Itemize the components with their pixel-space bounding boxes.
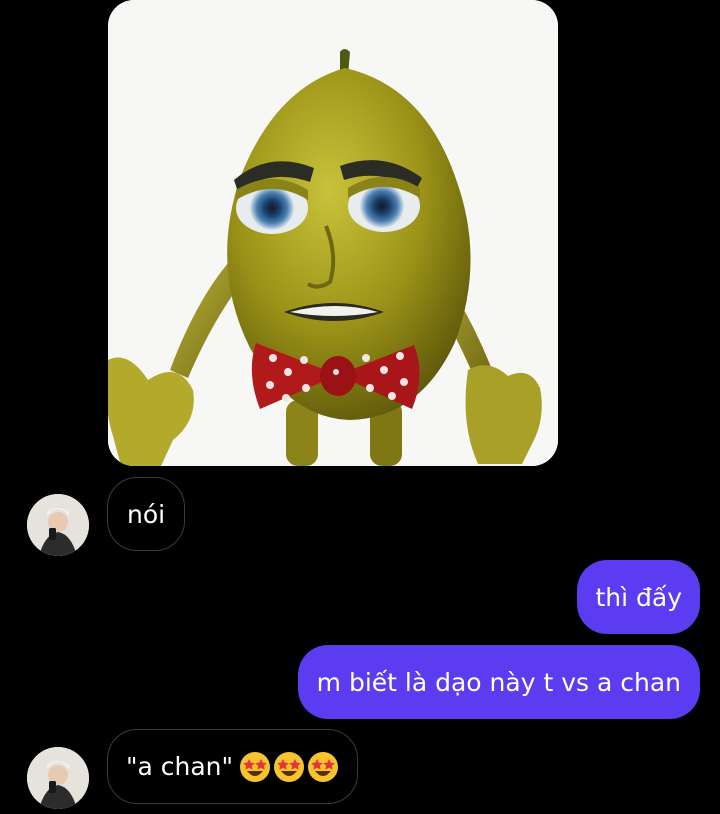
star-struck-emoji-icon <box>273 751 305 783</box>
incoming-message-bubble[interactable]: nói <box>107 477 186 551</box>
avatar-photo <box>27 747 89 809</box>
outgoing-message-bubble[interactable]: thì đấy <box>577 560 700 634</box>
message-text: thì đấy <box>595 582 682 612</box>
message-text: nói <box>127 499 166 529</box>
star-struck-emoji-icon <box>307 751 339 783</box>
emoji-group <box>239 751 339 783</box>
avatar-photo <box>27 494 89 556</box>
lemon-meme-image <box>108 0 558 466</box>
message-text: m biết là dạo này t vs a chan <box>316 667 681 697</box>
star-struck-emoji-icon <box>239 751 271 783</box>
image-message[interactable] <box>108 0 558 466</box>
message-text: "a chan" <box>126 752 234 781</box>
message-thread: nói thì đấy m biết là dạo này t vs a cha… <box>0 0 720 814</box>
contact-avatar[interactable] <box>27 494 89 556</box>
incoming-message-bubble[interactable]: "a chan" <box>107 729 359 804</box>
contact-avatar[interactable] <box>27 747 89 809</box>
outgoing-message-bubble[interactable]: m biết là dạo này t vs a chan <box>297 645 700 719</box>
